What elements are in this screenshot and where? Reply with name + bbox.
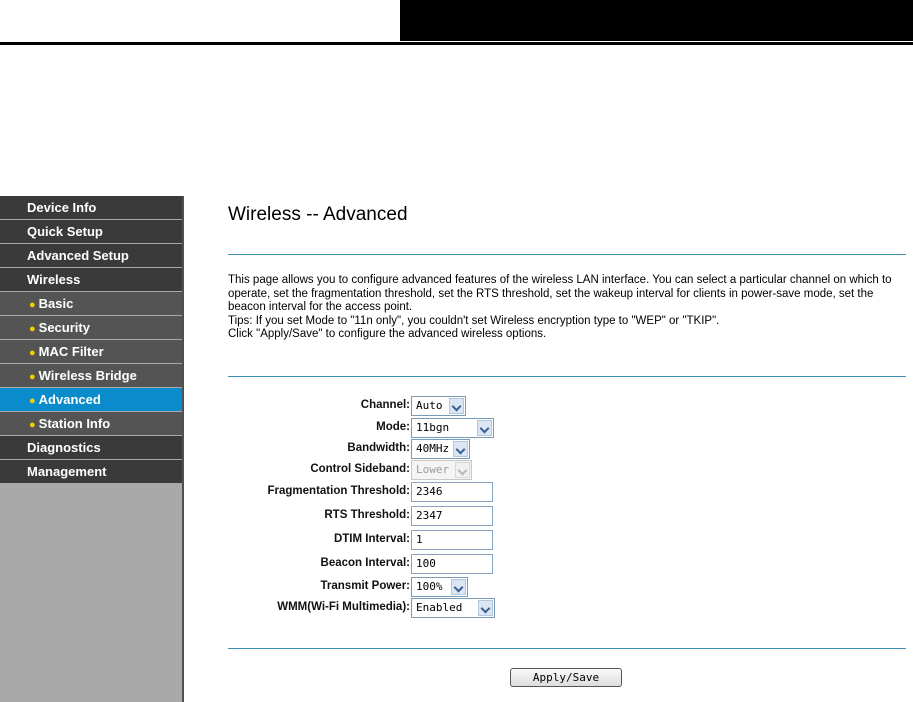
sidebar-item-label: Wireless Bridge <box>38 368 137 383</box>
rts-row: RTS Threshold: 2347 <box>228 505 906 527</box>
mode-value: 11bgn <box>416 421 450 434</box>
power-label: Transmit Power: <box>320 580 410 592</box>
document-header-rule <box>0 42 913 45</box>
sideband-select[interactable]: Lower <box>411 460 472 480</box>
sidebar-nav: Device Info Quick Setup Advanced Setup W… <box>0 196 184 702</box>
dtim-label: DTIM Interval: <box>333 533 410 545</box>
sidebar-item-management[interactable]: Management <box>0 460 182 483</box>
wmm-select[interactable]: Enabled <box>411 598 495 618</box>
sidebar-item-label: Advanced <box>38 392 101 407</box>
sideband-row: Control Sideband: Lower <box>228 459 906 481</box>
chevron-down-icon <box>455 462 470 478</box>
wmm-label: WMM(Wi-Fi Multimedia): <box>277 601 410 613</box>
sidebar-item-diagnostics[interactable]: Diagnostics <box>0 436 182 459</box>
transmit-power-select[interactable]: 100% <box>411 577 468 597</box>
sideband-value: Lower <box>416 463 450 476</box>
bullet-icon: ● <box>29 395 36 407</box>
channel-select[interactable]: Auto <box>411 396 466 416</box>
frag-row: Fragmentation Threshold: 2346 <box>228 481 906 503</box>
bullet-icon: ● <box>29 323 36 335</box>
sidebar-item-label: Management <box>27 464 107 479</box>
sidebar-item-label: Wireless <box>27 272 81 287</box>
channel-row: Channel: Auto <box>228 395 906 417</box>
mode-label: Mode: <box>376 421 410 433</box>
divider-bottom <box>228 648 906 649</box>
bandwidth-value: 40MHz <box>416 442 450 455</box>
wmm-value: Enabled <box>416 601 463 614</box>
frag-threshold-input[interactable]: 2346 <box>411 482 493 502</box>
power-value: 100% <box>416 580 443 593</box>
sidebar-item-label: Diagnostics <box>27 440 101 455</box>
beacon-row: Beacon Interval: 100 <box>228 553 906 575</box>
chevron-down-icon <box>451 579 466 595</box>
beacon-label: Beacon Interval: <box>320 557 410 569</box>
page-description: This page allows you to configure advanc… <box>228 274 908 342</box>
chevron-down-icon <box>453 441 468 457</box>
description-text: This page allows you to configure advanc… <box>228 274 892 313</box>
tips-text: Tips: If you set Mode to "11n only", you… <box>228 314 720 327</box>
page-title: Wireless -- Advanced <box>228 204 408 225</box>
sidebar-item-basic[interactable]: ● Basic <box>0 292 182 315</box>
bullet-icon: ● <box>29 371 36 383</box>
mode-select[interactable]: 11bgn <box>411 418 494 438</box>
sidebar-item-label: Security <box>38 320 90 335</box>
apply-save-button[interactable]: Apply/Save <box>510 668 622 687</box>
sidebar-item-label: MAC Filter <box>38 344 104 359</box>
sidebar-item-security[interactable]: ● Security <box>0 316 182 339</box>
rts-label: RTS Threshold: <box>324 509 410 521</box>
sidebar-item-mac-filter[interactable]: ● MAC Filter <box>0 340 182 363</box>
bandwidth-row: Bandwidth: 40MHz <box>228 438 906 460</box>
sidebar-item-advanced-setup[interactable]: Advanced Setup <box>0 244 182 267</box>
bullet-icon: ● <box>29 419 36 431</box>
bullet-icon: ● <box>29 347 36 359</box>
chevron-down-icon <box>477 420 492 436</box>
sidebar-item-wireless[interactable]: Wireless <box>0 268 182 291</box>
divider-middle <box>228 376 906 377</box>
document-header-bar <box>400 0 913 41</box>
chevron-down-icon <box>449 398 464 414</box>
bandwidth-label: Bandwidth: <box>347 442 410 454</box>
sidebar-item-wireless-bridge[interactable]: ● Wireless Bridge <box>0 364 182 387</box>
sidebar-item-station-info[interactable]: ● Station Info <box>0 412 182 435</box>
sideband-label: Control Sideband: <box>310 463 410 475</box>
sidebar-item-label: Basic <box>38 296 74 311</box>
wmm-row: WMM(Wi-Fi Multimedia): Enabled <box>228 597 906 619</box>
divider-top <box>228 254 906 255</box>
sidebar-item-advanced[interactable]: ● Advanced <box>0 388 182 411</box>
sidebar-item-device-info[interactable]: Device Info <box>0 196 182 219</box>
sidebar-item-label: Advanced Setup <box>27 248 129 263</box>
power-row: Transmit Power: 100% <box>228 576 906 598</box>
sidebar-item-label: Device Info <box>27 200 97 215</box>
dtim-interval-input[interactable]: 1 <box>411 530 493 550</box>
frag-label: Fragmentation Threshold: <box>267 485 410 497</box>
rts-threshold-input[interactable]: 2347 <box>411 506 493 526</box>
sidebar-item-quick-setup[interactable]: Quick Setup <box>0 220 182 243</box>
dtim-row: DTIM Interval: 1 <box>228 529 906 551</box>
sidebar-item-label: Station Info <box>38 416 111 431</box>
channel-label: Channel: <box>360 399 410 411</box>
beacon-interval-input[interactable]: 100 <box>411 554 493 574</box>
bullet-icon: ● <box>29 299 36 311</box>
bandwidth-select[interactable]: 40MHz <box>411 439 470 459</box>
apply-hint-text: Click "Apply/Save" to configure the adva… <box>228 328 547 340</box>
chevron-down-icon <box>478 600 493 616</box>
channel-value: Auto <box>416 399 443 412</box>
mode-row: Mode: 11bgn <box>228 417 906 439</box>
sidebar-item-label: Quick Setup <box>27 224 103 239</box>
